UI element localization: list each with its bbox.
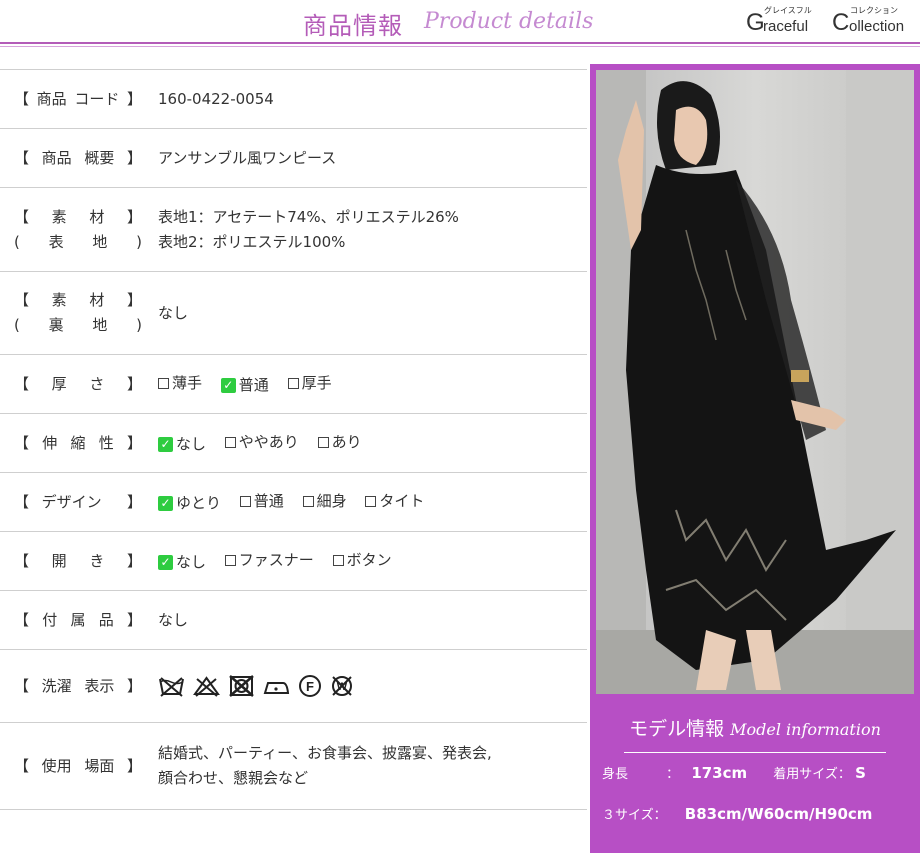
- checkbox-empty-icon: [332, 554, 344, 566]
- option-regular: 普通: [239, 489, 284, 514]
- page-title-en: Product details: [424, 9, 594, 34]
- header-divider: [0, 42, 920, 44]
- checkbox-empty-icon: [224, 436, 236, 448]
- option-relaxed: ✓ ゆとり: [158, 491, 221, 516]
- checkbox-checked-icon: ✓: [220, 377, 236, 393]
- spec-row-usage: 【使用 場面】 結婚式、パーティー、お食事会、披露宴、発表会, 顔合わせ、懇親会な…: [0, 722, 587, 810]
- spec-label: 【厚さ】: [14, 374, 142, 393]
- checkbox-checked-icon: ✓: [158, 554, 173, 570]
- spec-row-opening: 【開き】 ✓ なし ファスナー ボタン: [0, 531, 587, 590]
- checkbox-empty-icon: [239, 495, 251, 507]
- model-size-value: S: [855, 764, 866, 782]
- option-yes: あり: [317, 430, 362, 455]
- checkbox-empty-icon: [302, 495, 314, 507]
- dry-clean-f-icon: F: [299, 675, 321, 697]
- model-measurements-line: ３サイズ： B83cm/W60cm/H90cm: [602, 805, 873, 823]
- spec-row-washing: 【洗濯 表示】 F: [0, 649, 587, 722]
- no-wet-clean-icon: W: [332, 676, 352, 696]
- checkbox-checked-icon: ✓: [158, 495, 173, 511]
- spec-label: 【商品 コード】: [14, 89, 142, 108]
- option-button: ボタン: [332, 548, 392, 573]
- spec-label: 【開き】: [14, 551, 142, 570]
- spec-label: 【洗濯 表示】: [14, 676, 142, 695]
- iron-low-icon: [263, 682, 290, 694]
- usage-line-1: 結婚式、パーティー、お食事会、披露宴、発表会,: [158, 744, 492, 762]
- spec-row-summary: 【商品 概要】 アンサンブル風ワンピース: [0, 128, 587, 187]
- svg-text:F: F: [306, 679, 314, 694]
- option-none: ✓ なし: [158, 550, 206, 575]
- care-icons: F W: [158, 674, 587, 698]
- no-wash-icon: [159, 677, 184, 697]
- spec-row-fabric-outer: 【素材】 (表地) 表地1：アセテート74%、ポリエステル26% 表地2：ポリエ…: [0, 187, 587, 271]
- brand-logo: G グレイスフル raceful C コレクション ollection: [746, 5, 904, 36]
- checkbox-empty-icon: [158, 377, 169, 389]
- opening-options: ✓ なし ファスナー ボタン: [158, 548, 587, 575]
- thickness-options: 薄手 ✓ 普通 厚手: [158, 371, 587, 398]
- usage-line-2: 顔合わせ、懇親会など: [158, 769, 309, 787]
- spec-row-thickness: 【厚さ】 薄手 ✓ 普通 厚手: [0, 354, 587, 413]
- svg-text:G: G: [746, 9, 765, 36]
- model-panel: モデル情報 Model information 身長 ： 173cm 着用サイズ：…: [590, 64, 920, 853]
- page-header: 商品情報 Product details G グレイスフル raceful C …: [0, 0, 920, 47]
- spec-row-stretch: 【伸縮性】 ✓ なし ややあり あり: [0, 413, 587, 472]
- spec-row-design: 【デザイン】 ✓ ゆとり 普通 細身 タイト: [0, 472, 587, 531]
- product-code: 160-0422-0054: [158, 89, 274, 108]
- spec-label: 【素材】 (表地): [14, 207, 142, 251]
- option-none: ✓ なし: [158, 432, 206, 457]
- checkbox-empty-icon: [287, 377, 299, 389]
- spec-row-fabric-lining: 【素材】 (裏地) なし: [0, 271, 587, 354]
- usage-value: 結婚式、パーティー、お食事会、披露宴、発表会, 顔合わせ、懇親会など: [158, 741, 587, 791]
- checkbox-empty-icon: [317, 436, 329, 448]
- option-normal: ✓ 普通: [220, 373, 269, 398]
- option-thick: 厚手: [287, 371, 332, 396]
- page-title: 商品情報: [303, 12, 403, 40]
- fabric-outer-value: 表地1：アセテート74%、ポリエステル26% 表地2：ポリエステル100%: [158, 205, 587, 255]
- fabric-outer-2: 表地2：ポリエステル100%: [158, 232, 346, 251]
- svg-text:ollection: ollection: [849, 18, 904, 35]
- option-zipper: ファスナー: [224, 548, 314, 573]
- spec-row-code: 【商品 コード】 160-0422-0054: [0, 69, 587, 128]
- checkbox-empty-icon: [365, 495, 377, 507]
- model-info-title: モデル情報 Model information: [629, 718, 881, 740]
- spec-table: 【商品 コード】 160-0422-0054 【商品 概要】 アンサンブル風ワンピー…: [0, 69, 587, 810]
- product-summary: アンサンブル風ワンピース: [158, 148, 337, 167]
- no-tumble-dry-icon: [229, 675, 254, 697]
- accessories-value: なし: [158, 610, 189, 629]
- model-height-value: 173cm: [691, 764, 748, 782]
- svg-text:グレイスフル: グレイスフル: [764, 5, 812, 15]
- fabric-lining-value: なし: [158, 303, 189, 322]
- option-thin: 薄手: [158, 371, 202, 396]
- spec-label: 【付属品】: [14, 610, 142, 629]
- option-slim: 細身: [302, 489, 347, 514]
- model-info-divider: [624, 752, 886, 753]
- svg-text:raceful: raceful: [763, 18, 808, 35]
- fabric-outer-1: 表地1：アセテート74%、ポリエステル26%: [158, 207, 459, 226]
- svg-text:C: C: [832, 9, 849, 36]
- spec-label: 【使用 場面】: [14, 756, 142, 775]
- spec-label: 【素材】 (裏地): [14, 291, 142, 334]
- header-divider-thin: [0, 46, 920, 47]
- spec-label: 【伸縮性】: [14, 433, 142, 452]
- svg-text:コレクション: コレクション: [850, 6, 898, 15]
- checkbox-empty-icon: [224, 554, 236, 566]
- stretch-options: ✓ なし ややあり あり: [158, 430, 587, 457]
- option-tight: タイト: [365, 489, 424, 514]
- model-height-line: 身長 ： 173cm 着用サイズ： S: [602, 764, 866, 782]
- spec-row-accessories: 【付属品】 なし: [0, 590, 587, 649]
- option-slight: ややあり: [224, 430, 299, 455]
- checkbox-checked-icon: ✓: [158, 436, 173, 452]
- no-bleach-icon: [193, 676, 220, 697]
- spec-label: 【商品 概要】: [14, 148, 142, 167]
- spec-label: 【デザイン】: [14, 492, 142, 511]
- design-options: ✓ ゆとり 普通 細身 タイト: [158, 489, 587, 516]
- model-measurements-value: B83cm/W60cm/H90cm: [684, 805, 873, 823]
- product-photo: [596, 70, 914, 694]
